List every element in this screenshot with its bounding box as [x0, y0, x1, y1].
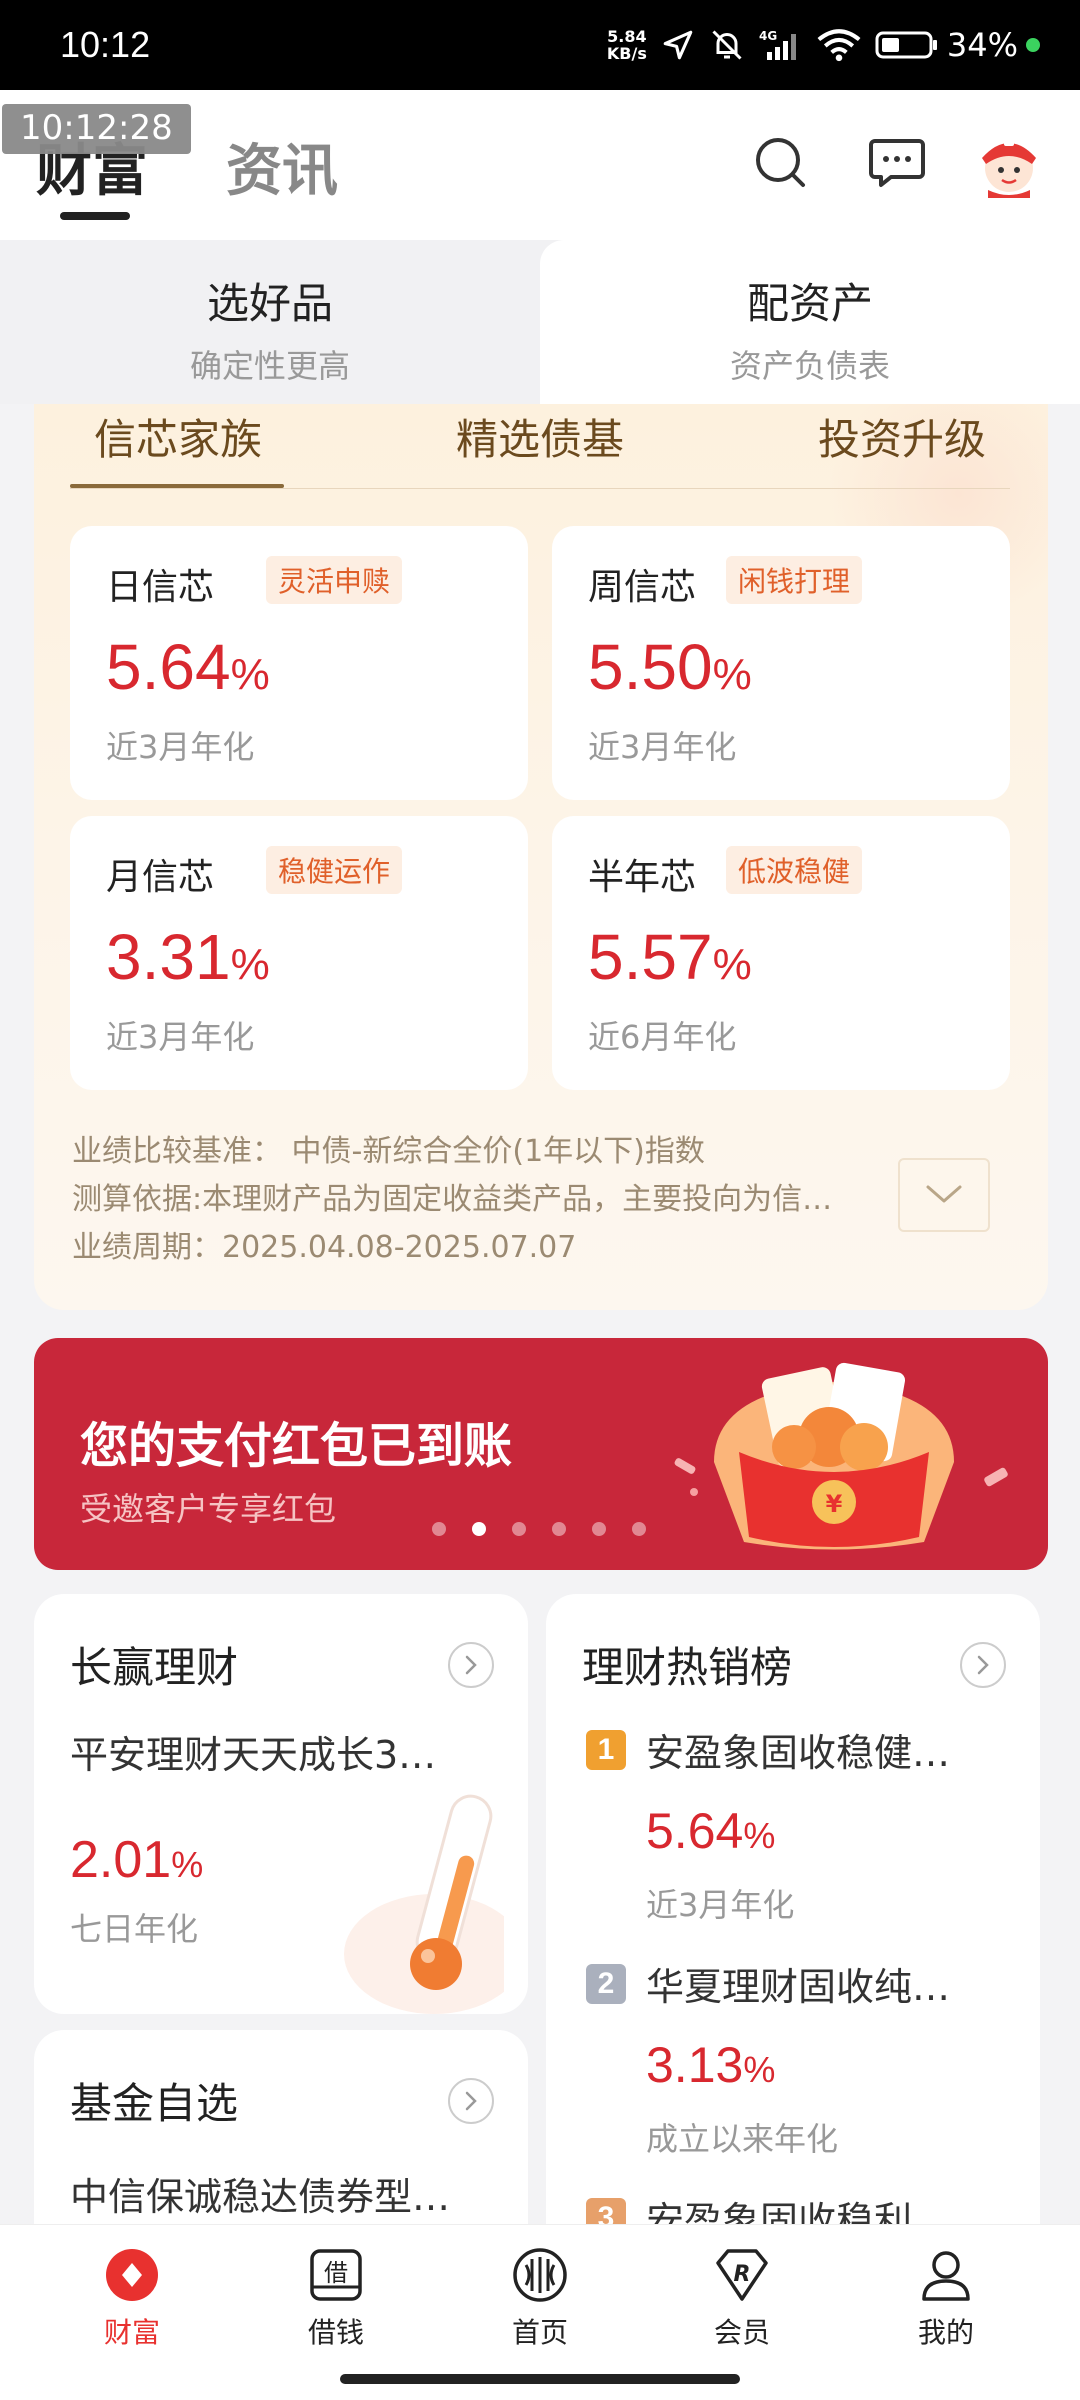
mute-icon: [709, 27, 745, 63]
charging-dot: [1026, 38, 1040, 52]
battery-icon: [875, 31, 937, 59]
home-indicator[interactable]: [340, 2374, 740, 2384]
banner-subtitle: 受邀客户专享红包: [80, 1490, 337, 1528]
chevron-right-icon: [977, 1655, 989, 1675]
rank-rate-2: 3.13%: [646, 2037, 776, 2093]
chevron-right-icon: [465, 2091, 477, 2111]
profile-icon: [916, 2245, 976, 2305]
rank-desc-2: 成立以来年化: [646, 2120, 839, 2158]
product-tag: 稳健运作: [266, 846, 403, 894]
battery-status: 34%: [875, 26, 1040, 64]
product-halfyear-xin[interactable]: 半年芯 低波稳健 5.57% 近6月年化: [552, 816, 1010, 1090]
subtab-selected-bond-funds[interactable]: 精选债基: [456, 406, 624, 467]
period-note: 业绩周期：2025.04.08-2025.07.07: [72, 1230, 577, 1265]
rate-desc: 七日年化: [70, 1910, 199, 1948]
tab-news[interactable]: 资讯: [226, 126, 338, 207]
card-more-button[interactable]: [960, 1642, 1006, 1688]
status-bar: 10:12 5.84 KB/s 4G 34%: [0, 0, 1080, 90]
nav-profile[interactable]: 我的: [886, 2245, 1006, 2351]
avatar[interactable]: [974, 128, 1044, 198]
signal-icon: 4G: [759, 28, 803, 62]
segment-allocate-assets[interactable]: 配资产 资产负债表: [540, 240, 1080, 404]
nav-home[interactable]: 首页: [480, 2245, 600, 2351]
rank-badge-1: 1: [586, 1730, 626, 1770]
product-card: 信芯家族 精选债基 投资升级 日信芯 灵活申赎 5.64% 近3月年化 周信芯 …: [34, 404, 1048, 1310]
chevron-down-icon: [926, 1185, 962, 1203]
expand-notes-button[interactable]: [898, 1158, 990, 1232]
card-hot-ranking[interactable]: 理财热销榜 1 安盈象固收稳健… 5.64% 近3月年化 2 华夏理财固收纯… …: [546, 1594, 1040, 2334]
timestamp-overlay: 10:12:28: [2, 104, 191, 154]
product-rate: 3.31%: [106, 921, 270, 993]
product-rate: 5.57%: [588, 921, 752, 993]
product-rate: 5.50%: [588, 631, 752, 703]
red-packet-illustration: ¥: [654, 1352, 1014, 1566]
product-name: 平安理财天天成长3…: [70, 1733, 437, 1777]
subtab-indicator: [70, 484, 284, 488]
svg-text:4G: 4G: [759, 29, 777, 43]
product-weekly-xinxin[interactable]: 周信芯 闲钱打理 5.50% 近3月年化: [552, 526, 1010, 800]
product-rate: 5.64%: [106, 631, 270, 703]
message-icon[interactable]: [862, 128, 932, 198]
product-name: 中信保诚稳达债券型…: [70, 2175, 451, 2219]
subtab-divider: [70, 488, 1010, 489]
nav-member[interactable]: R 会员: [682, 2245, 802, 2351]
card-changying-wealth[interactable]: 长赢理财 平安理财天天成长3… 2.01% 七日年化: [34, 1594, 528, 2014]
product-monthly-xinxin[interactable]: 月信芯 稳健运作 3.31% 近3月年化: [70, 816, 528, 1090]
banner-title: 您的支付红包已到账: [80, 1418, 513, 1474]
status-icons: 5.84 KB/s 4G 34%: [607, 22, 1040, 68]
subtab-invest-upgrade[interactable]: 投资升级: [818, 406, 986, 467]
nav-borrow[interactable]: 借 借钱: [276, 2245, 396, 2351]
product-tag: 灵活申赎: [266, 556, 403, 604]
product-daily-xinxin[interactable]: 日信芯 灵活申赎 5.64% 近3月年化: [70, 526, 528, 800]
rank-item-2[interactable]: 华夏理财固收纯…: [646, 1956, 950, 2011]
subtab-xinxin-family[interactable]: 信芯家族: [94, 406, 262, 467]
chevron-right-icon: [465, 1655, 477, 1675]
search-icon[interactable]: [746, 128, 816, 198]
rank-badge-2: 2: [586, 1964, 626, 2004]
card-more-button[interactable]: [448, 2078, 494, 2124]
wifi-icon: [817, 28, 861, 62]
home-icon: [510, 2245, 570, 2305]
nav-wealth[interactable]: 财富: [72, 2245, 192, 2351]
location-icon: [661, 28, 695, 62]
rank-item-1[interactable]: 安盈象固收稳健…: [646, 1722, 950, 1777]
product-tag: 低波稳健: [726, 846, 863, 894]
member-icon: R: [712, 2245, 772, 2305]
rank-rate-1: 5.64%: [646, 1803, 776, 1859]
segment-switcher: 选好品 确定性更高 配资产 资产负债表: [0, 240, 1080, 404]
product-rate: 2.01%: [70, 1831, 204, 1889]
rank-desc-1: 近3月年化: [646, 1886, 795, 1924]
product-tag: 闲钱打理: [726, 556, 863, 604]
svg-text:R: R: [734, 2262, 751, 2287]
app-header: 10:12:28 财富 资讯: [0, 90, 1080, 240]
svg-text:¥: ¥: [826, 1490, 843, 1518]
status-time: 10:12: [60, 24, 151, 65]
tab-indicator: [60, 212, 130, 220]
wealth-icon: [102, 2245, 162, 2305]
borrow-icon: 借: [306, 2245, 366, 2305]
card-more-button[interactable]: [448, 1642, 494, 1688]
red-packet-banner[interactable]: 您的支付红包已到账 受邀客户专享红包 ¥: [34, 1338, 1048, 1570]
banner-pagination: [432, 1522, 646, 1536]
net-speed: 5.84 KB/s: [606, 27, 647, 63]
basis-note: 测算依据:本理财产品为固定收益类产品，主要投向为信…: [72, 1182, 833, 1217]
thermometer-icon: [324, 1774, 524, 2014]
segment-select-products[interactable]: 选好品 确定性更高: [0, 240, 540, 404]
benchmark-note: 业绩比较基准： 中债-新综合全价(1年以下)指数: [72, 1134, 705, 1169]
svg-text:借: 借: [324, 2259, 348, 2287]
